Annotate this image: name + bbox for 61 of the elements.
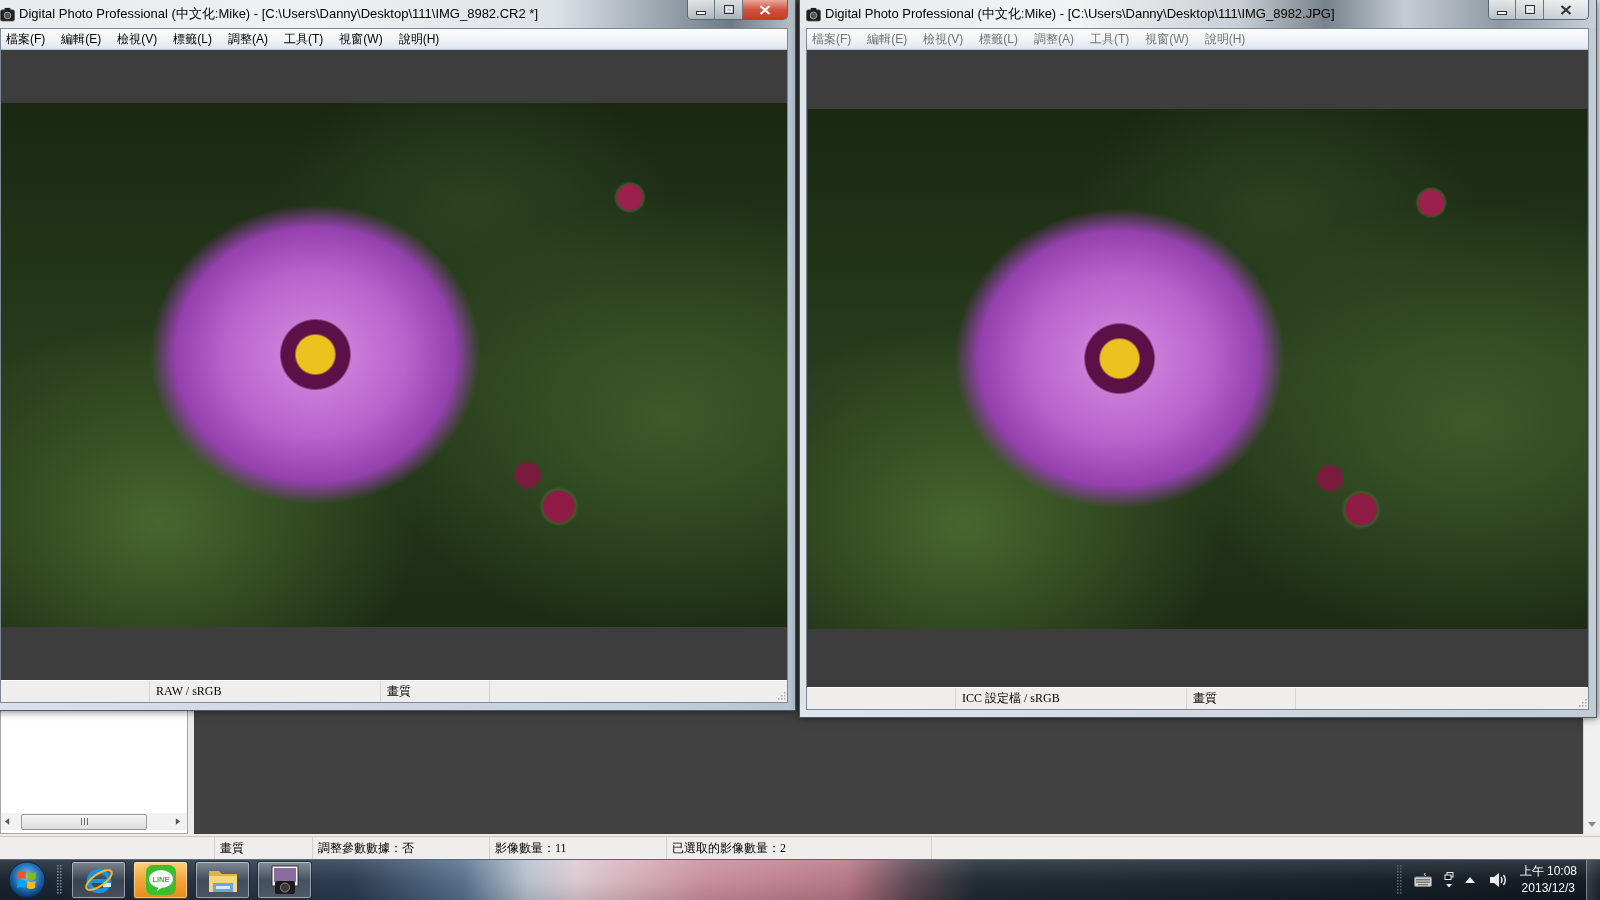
clock-date: 2013/12/3: [1521, 880, 1575, 897]
status-text: ICC 設定檔 / sRGB: [955, 688, 1186, 709]
menu-item[interactable]: 說明(H): [1199, 30, 1254, 48]
menu-item[interactable]: 編輯(E): [56, 30, 110, 48]
scroll-left-icon[interactable]: [5, 818, 10, 825]
resize-grip-icon[interactable]: [777, 691, 786, 700]
status-text: 畫質: [380, 681, 489, 702]
grip-icon: [57, 865, 62, 895]
camera-icon: [268, 864, 301, 896]
menu-item[interactable]: 標籤(L): [974, 30, 1026, 48]
grip-icon: [1396, 865, 1402, 895]
vertical-scrollbar[interactable]: [1583, 720, 1600, 834]
minimize-button[interactable]: [688, 0, 714, 19]
show-desktop-button[interactable]: [1586, 860, 1600, 900]
scroll-down-icon[interactable]: [1588, 822, 1596, 827]
clock[interactable]: 上午 10:08 2013/12/3: [1519, 863, 1577, 897]
minimize-icon: [696, 11, 706, 15]
scrollbar-thumb[interactable]: [21, 813, 147, 830]
show-hidden-icons-icon[interactable]: [1464, 877, 1475, 883]
start-button[interactable]: [7, 860, 47, 900]
menu-item[interactable]: 視窗(W): [334, 30, 391, 48]
keyboard-icon[interactable]: [1413, 873, 1432, 887]
maximize-button[interactable]: [714, 0, 742, 19]
horizontal-scrollbar[interactable]: [1, 813, 187, 830]
taskbar-button[interactable]: [71, 861, 126, 899]
window-title: Digital Photo Professional (中文化:Mike) - [C:\Users\Danny\Desktop\111\IMG_8982.CR2 *]: [19, 5, 538, 23]
menu-item[interactable]: 檔案(F): [807, 30, 860, 48]
clock-time: 上午 10:08: [1519, 863, 1577, 880]
maximize-icon: [1524, 5, 1535, 14]
speaker-icon[interactable]: [1488, 872, 1507, 888]
menu-item[interactable]: 工具(T): [279, 30, 332, 48]
menu-item[interactable]: 視窗(W): [1140, 30, 1197, 48]
maximize-icon: [723, 5, 734, 14]
window-title: Digital Photo Professional (中文化:Mike) - [C:\Users\Danny\Desktop\111\IMG_8982.JPG]: [825, 5, 1335, 23]
menu-item[interactable]: 檢視(V): [918, 30, 972, 48]
maximize-button[interactable]: [1515, 0, 1543, 19]
menu-item[interactable]: 標籤(L): [168, 30, 220, 48]
grip-lines-icon: [80, 818, 88, 825]
menu-item[interactable]: 說明(H): [393, 30, 448, 48]
close-icon: [759, 4, 771, 15]
menu-item[interactable]: 檢視(V): [112, 30, 166, 48]
resize-grip-icon[interactable]: [1578, 698, 1587, 707]
camera-icon: [806, 6, 821, 22]
minimize-button[interactable]: [1489, 0, 1515, 19]
minimize-icon: [1497, 11, 1507, 15]
scroll-right-icon[interactable]: [175, 818, 180, 825]
menu-item[interactable]: 編輯(E): [862, 30, 916, 48]
flag-orb-icon: [8, 861, 46, 899]
close-button[interactable]: [1543, 0, 1588, 19]
menu-item[interactable]: 檔案(F): [1, 30, 54, 48]
close-icon: [1560, 4, 1572, 15]
status-text: RAW / sRGB: [149, 681, 380, 702]
taskbar-button[interactable]: [257, 861, 312, 899]
close-button[interactable]: [742, 0, 787, 19]
taskbar-button[interactable]: [195, 861, 250, 899]
menu-item[interactable]: 調整(A): [223, 30, 276, 48]
overlapping-windows-icon[interactable]: [1443, 872, 1454, 888]
menu-item[interactable]: 工具(T): [1085, 30, 1138, 48]
status-text: 畫質: [1186, 688, 1295, 709]
camera-icon: [0, 6, 15, 22]
menu-item[interactable]: 調整(A): [1029, 30, 1082, 48]
